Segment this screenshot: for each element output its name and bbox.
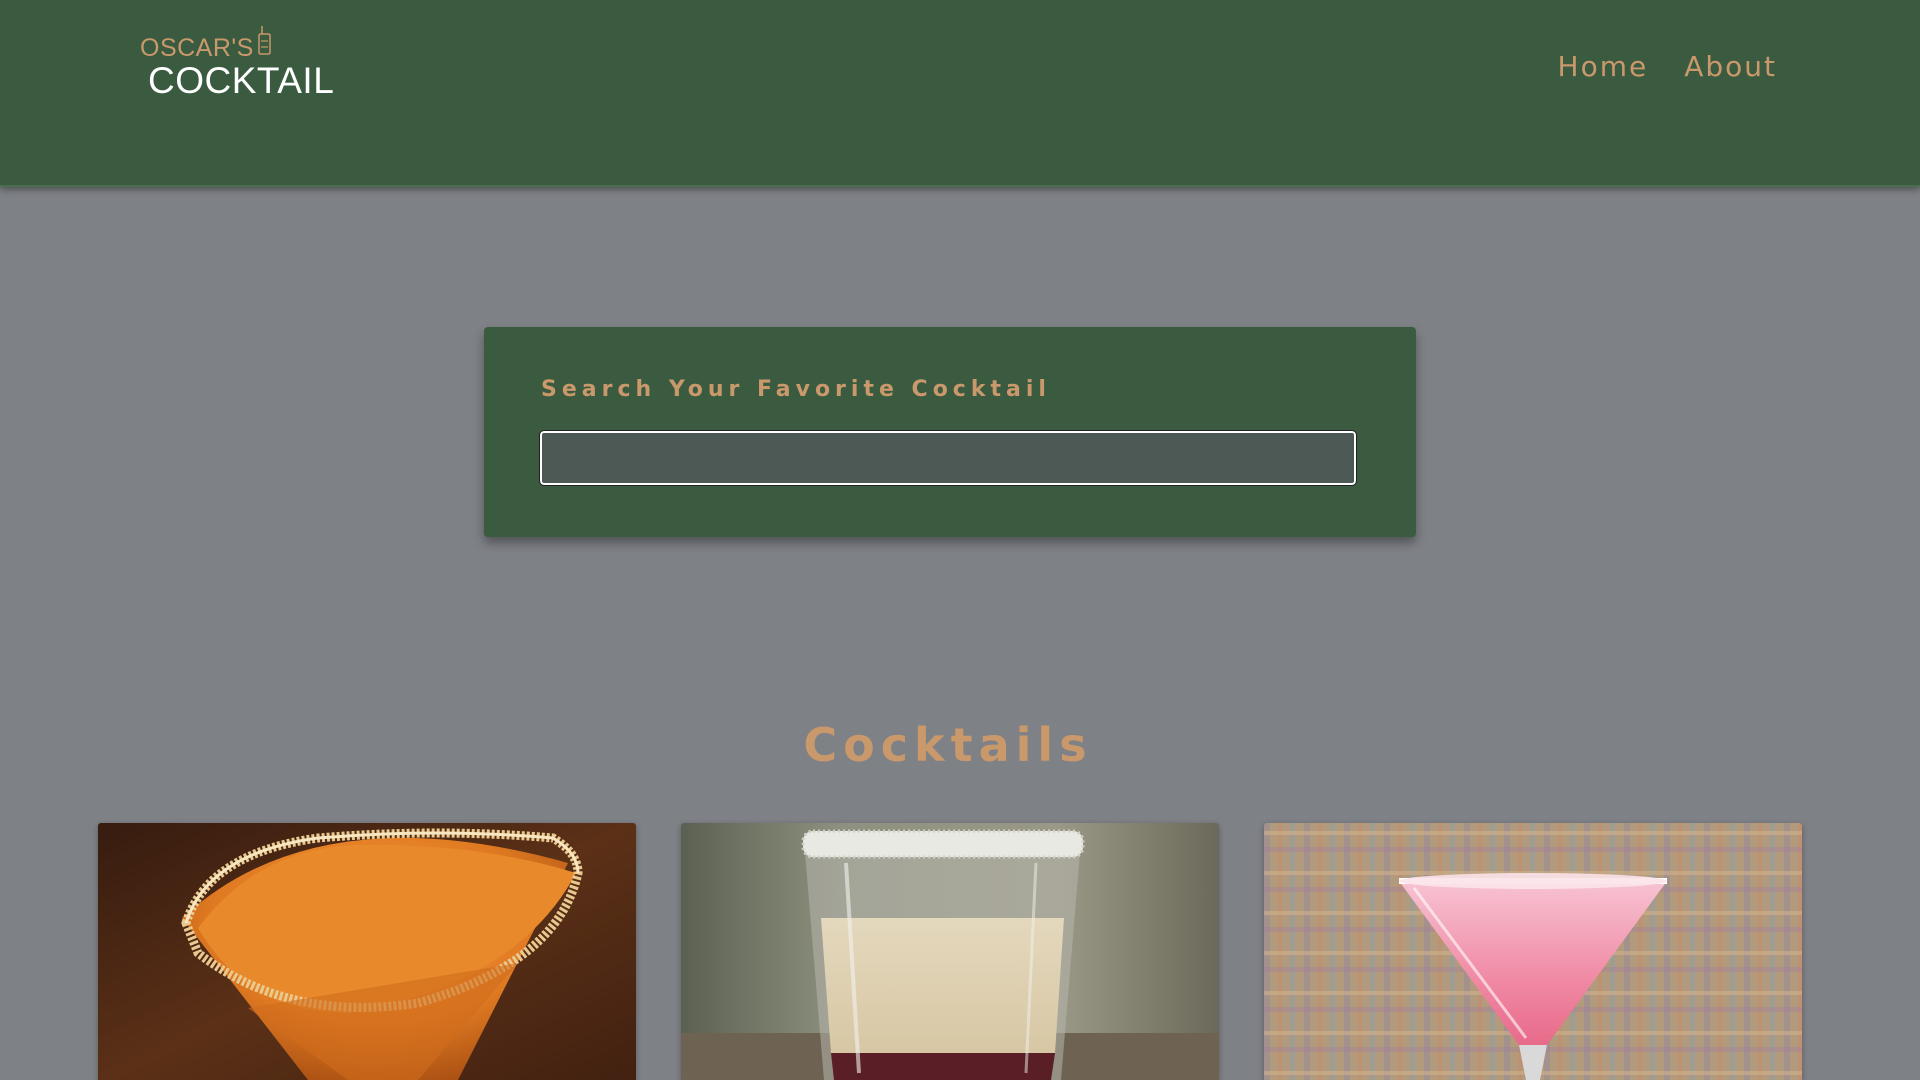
orange-martini-image (98, 823, 636, 1080)
search-label: Search Your Favorite Cocktail (541, 377, 1051, 402)
search-input[interactable] (539, 430, 1357, 486)
cocktail-card-1[interactable] (98, 823, 636, 1080)
pink-martini-image (1264, 823, 1802, 1080)
logo-top-text: OSCAR'S (140, 34, 254, 62)
cocktail-card-2[interactable] (681, 823, 1219, 1080)
search-form: Search Your Favorite Cocktail (484, 327, 1416, 537)
nav-link-home[interactable]: Home (1558, 50, 1649, 83)
nav-links: Home About (1558, 50, 1777, 83)
section-title: Cocktails (803, 718, 1093, 773)
nav-link-about[interactable]: About (1684, 50, 1777, 83)
logo-bottom-text: COCKTAIL (148, 60, 335, 101)
brand-logo[interactable]: OSCAR'S COCKTAIL (140, 24, 334, 104)
cocktail-glass-icon (258, 26, 271, 55)
navbar: OSCAR'S COCKTAIL Home About (0, 0, 1920, 187)
cream-shot-image (681, 823, 1219, 1080)
cocktail-card-3[interactable] (1264, 823, 1802, 1080)
